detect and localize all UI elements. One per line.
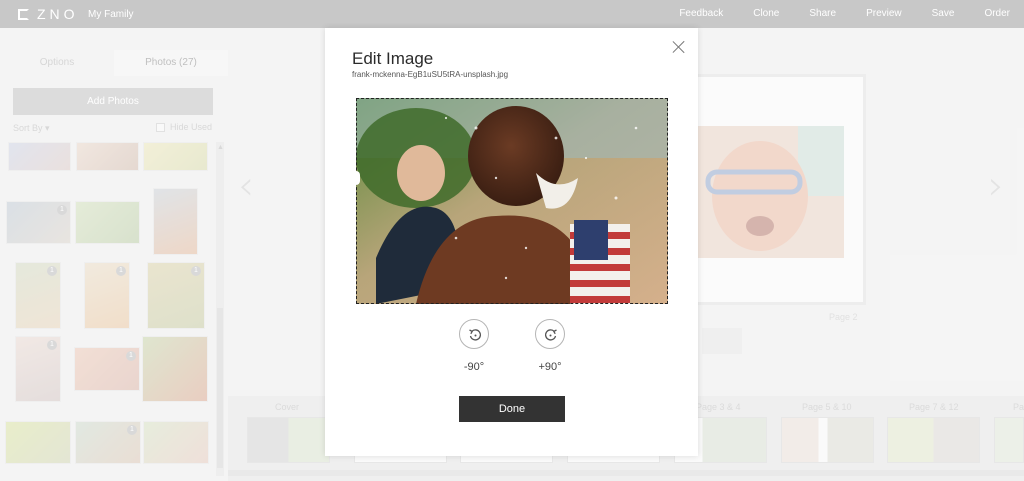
rotate-ccw-icon [469, 329, 481, 341]
close-icon[interactable] [670, 38, 688, 56]
edit-image-modal: Edit Image frank-mckenna-EgB1uSU5tRA-uns… [325, 28, 698, 456]
edit-photo[interactable] [356, 98, 668, 304]
file-name: frank-mckenna-EgB1uSU5tRA-unsplash.jpg [352, 70, 509, 79]
rotate-cw-icon [545, 329, 557, 341]
crop-handle[interactable] [352, 171, 360, 185]
rotate-ccw-button[interactable] [459, 319, 489, 349]
modal-title: Edit Image [352, 49, 434, 68]
rotate-cw-button[interactable] [535, 319, 565, 349]
done-button[interactable]: Done [459, 396, 565, 422]
rotate-cw-label: +90° [538, 361, 562, 373]
rotate-ccw-label: -90° [463, 361, 485, 373]
